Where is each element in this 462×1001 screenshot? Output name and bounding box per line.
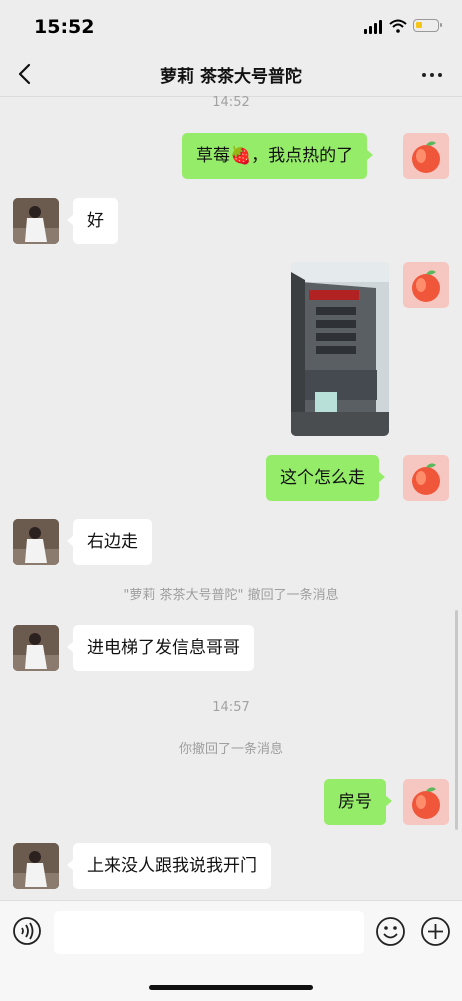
avatar-contact[interactable] <box>13 198 59 244</box>
message-bubble-contact[interactable]: 进电梯了发信息哥哥 <box>67 625 254 671</box>
contact-photo-icon <box>13 843 59 889</box>
status-time: 15:52 <box>34 16 95 38</box>
avatar-self[interactable] <box>403 262 449 308</box>
building-photo-icon <box>291 262 389 436</box>
peach-icon <box>412 270 440 302</box>
battery-icon <box>413 19 442 32</box>
contact-photo-icon <box>13 625 59 671</box>
message-input[interactable] <box>54 911 364 954</box>
avatar-contact[interactable] <box>13 843 59 889</box>
timestamp: 14:52 <box>212 95 250 110</box>
chat-scrollbar[interactable] <box>455 610 458 830</box>
system-message: "萝莉 茶茶大号普陀" 撤回了一条消息 <box>123 588 339 603</box>
message-bubble-contact[interactable]: 右边走 <box>67 519 152 565</box>
peach-icon <box>412 141 440 173</box>
contact-photo-icon <box>13 519 59 565</box>
message-image-self[interactable] <box>291 262 389 436</box>
voice-icon[interactable] <box>12 916 42 946</box>
wifi-icon <box>389 19 407 33</box>
peach-icon <box>412 463 440 495</box>
avatar-contact[interactable] <box>13 625 59 671</box>
home-indicator <box>149 985 313 990</box>
message-bubble-contact[interactable]: 好 <box>67 198 118 244</box>
message-bubble-self[interactable]: 房号 <box>324 779 392 825</box>
peach-icon <box>412 787 440 819</box>
chat-header: 萝莉 茶茶大号普陀 <box>0 54 462 97</box>
timestamp: 14:57 <box>212 700 250 715</box>
signal-icon <box>364 20 384 34</box>
message-bubble-self[interactable]: 草莓🍓，我点热的了 <box>182 133 374 179</box>
chat-title: 萝莉 茶茶大号普陀 <box>160 67 302 87</box>
system-message: 你撤回了一条消息 <box>178 742 283 757</box>
avatar-self[interactable] <box>403 133 449 179</box>
message-bubble-self[interactable]: 这个怎么走 <box>266 455 385 501</box>
more-dots-icon[interactable] <box>420 64 444 84</box>
avatar-self[interactable] <box>403 455 449 501</box>
contact-photo-icon <box>13 198 59 244</box>
avatar-contact[interactable] <box>13 519 59 565</box>
plus-icon[interactable] <box>420 916 451 947</box>
message-bubble-contact[interactable]: 上来没人跟我说我开门 <box>67 843 271 889</box>
emoji-icon[interactable] <box>375 916 406 947</box>
avatar-self[interactable] <box>403 779 449 825</box>
status-bar: 15:52 <box>0 0 462 54</box>
